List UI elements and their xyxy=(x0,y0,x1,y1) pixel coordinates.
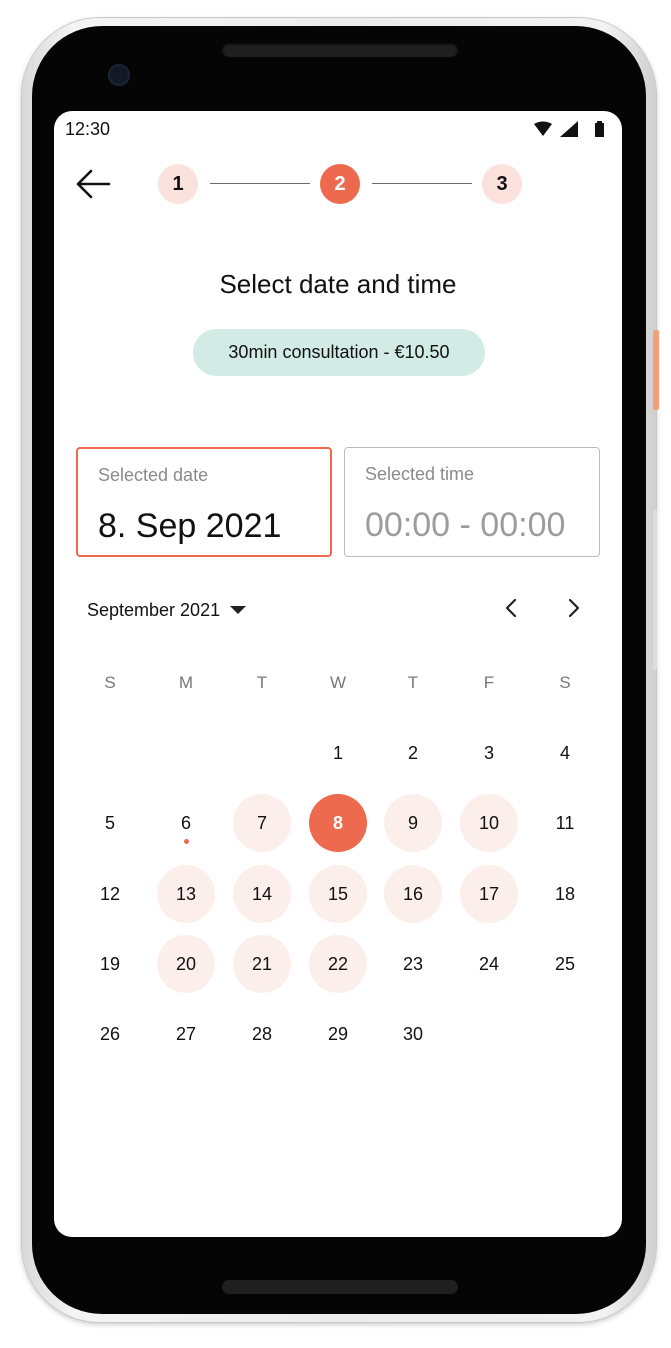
calendar-day-available[interactable]: 9 xyxy=(384,794,442,852)
back-button[interactable] xyxy=(74,165,112,203)
calendar-day: 4 xyxy=(559,742,570,763)
signal-icon xyxy=(560,121,578,137)
step-connector-1 xyxy=(210,183,310,184)
battery-icon xyxy=(595,121,604,137)
calendar-day: 23 xyxy=(402,953,424,974)
calendar-day: 29 xyxy=(327,1023,349,1044)
selected-time-label: Selected time xyxy=(365,464,475,484)
calendar-day: 12 xyxy=(99,883,121,904)
calendar-day-available[interactable]: 20 xyxy=(157,935,215,993)
calendar-day-selected[interactable]: 8 xyxy=(309,794,367,852)
next-month-button[interactable] xyxy=(557,591,591,625)
step-connector-2 xyxy=(372,183,472,184)
power-button xyxy=(653,330,659,410)
weekday-header: S xyxy=(559,673,571,692)
weekday-header: S xyxy=(104,673,116,692)
calendar-day-available[interactable]: 16 xyxy=(384,865,442,923)
calendar-day-available[interactable]: 21 xyxy=(233,935,291,993)
step-3: 3 xyxy=(482,164,522,204)
front-camera xyxy=(108,64,130,86)
chevron-right-icon xyxy=(568,598,580,618)
selected-date-label: Selected date xyxy=(98,465,209,485)
chevron-left-icon xyxy=(505,598,517,618)
selected-time-value: 00:00 - 00:00 xyxy=(365,506,566,544)
calendar-day-available[interactable]: 14 xyxy=(233,865,291,923)
weekday-header: T xyxy=(407,673,419,692)
today-indicator-dot xyxy=(184,839,189,844)
calendar-day: 28 xyxy=(251,1023,273,1044)
consultation-chip: 30min consultation - €10.50 xyxy=(193,329,485,376)
calendar-day-available[interactable]: 17 xyxy=(460,865,518,923)
calendar-day: 1 xyxy=(332,742,343,763)
weekday-header: T xyxy=(256,673,268,692)
wifi-icon xyxy=(534,121,552,136)
status-time: 12:30 xyxy=(65,119,111,139)
earpiece-speaker xyxy=(222,43,458,57)
step-1: 1 xyxy=(158,164,198,204)
volume-button xyxy=(653,510,657,670)
month-dropdown[interactable]: September 2021 xyxy=(87,597,247,623)
calendar-day: 30 xyxy=(402,1023,424,1044)
selected-date-field[interactable]: Selected date 8. Sep 2021 xyxy=(76,447,332,557)
prev-month-button[interactable] xyxy=(494,591,528,625)
month-label: September 2021 xyxy=(87,599,221,620)
calendar-day: 18 xyxy=(554,883,576,904)
calendar-day: 25 xyxy=(554,953,576,974)
status-bar: 12:30 xyxy=(54,111,622,145)
calendar-day: 3 xyxy=(483,742,494,763)
selected-date-value: 8. Sep 2021 xyxy=(98,507,282,545)
bottom-speaker xyxy=(222,1280,458,1294)
status-icons xyxy=(532,120,610,138)
weekday-header: M xyxy=(178,673,194,692)
weekday-header: F xyxy=(483,673,495,692)
calendar-day: 11 xyxy=(555,812,575,833)
step-2-active: 2 xyxy=(320,164,360,204)
calendar-day: 19 xyxy=(99,953,121,974)
calendar-day-available[interactable]: 22 xyxy=(309,935,367,993)
calendar-day: 5 xyxy=(104,812,115,833)
calendar-day: 24 xyxy=(478,953,500,974)
weekday-header: W xyxy=(329,673,347,692)
caret-down-icon xyxy=(230,606,247,614)
calendar-day-available[interactable]: 15 xyxy=(309,865,367,923)
selected-time-field[interactable]: Selected time 00:00 - 00:00 xyxy=(344,447,600,557)
calendar-day: 26 xyxy=(99,1023,121,1044)
app-screen: 12:30 1 2 3 Select date and time 30min c… xyxy=(54,111,622,1237)
calendar-day-available[interactable]: 7 xyxy=(233,794,291,852)
calendar-day: 2 xyxy=(407,742,418,763)
calendar-day-available[interactable]: 13 xyxy=(157,865,215,923)
calendar-day-available[interactable]: 10 xyxy=(460,794,518,852)
arrow-left-icon xyxy=(76,169,111,199)
calendar-day: 27 xyxy=(175,1023,197,1044)
page-title: Select date and time xyxy=(219,269,457,299)
